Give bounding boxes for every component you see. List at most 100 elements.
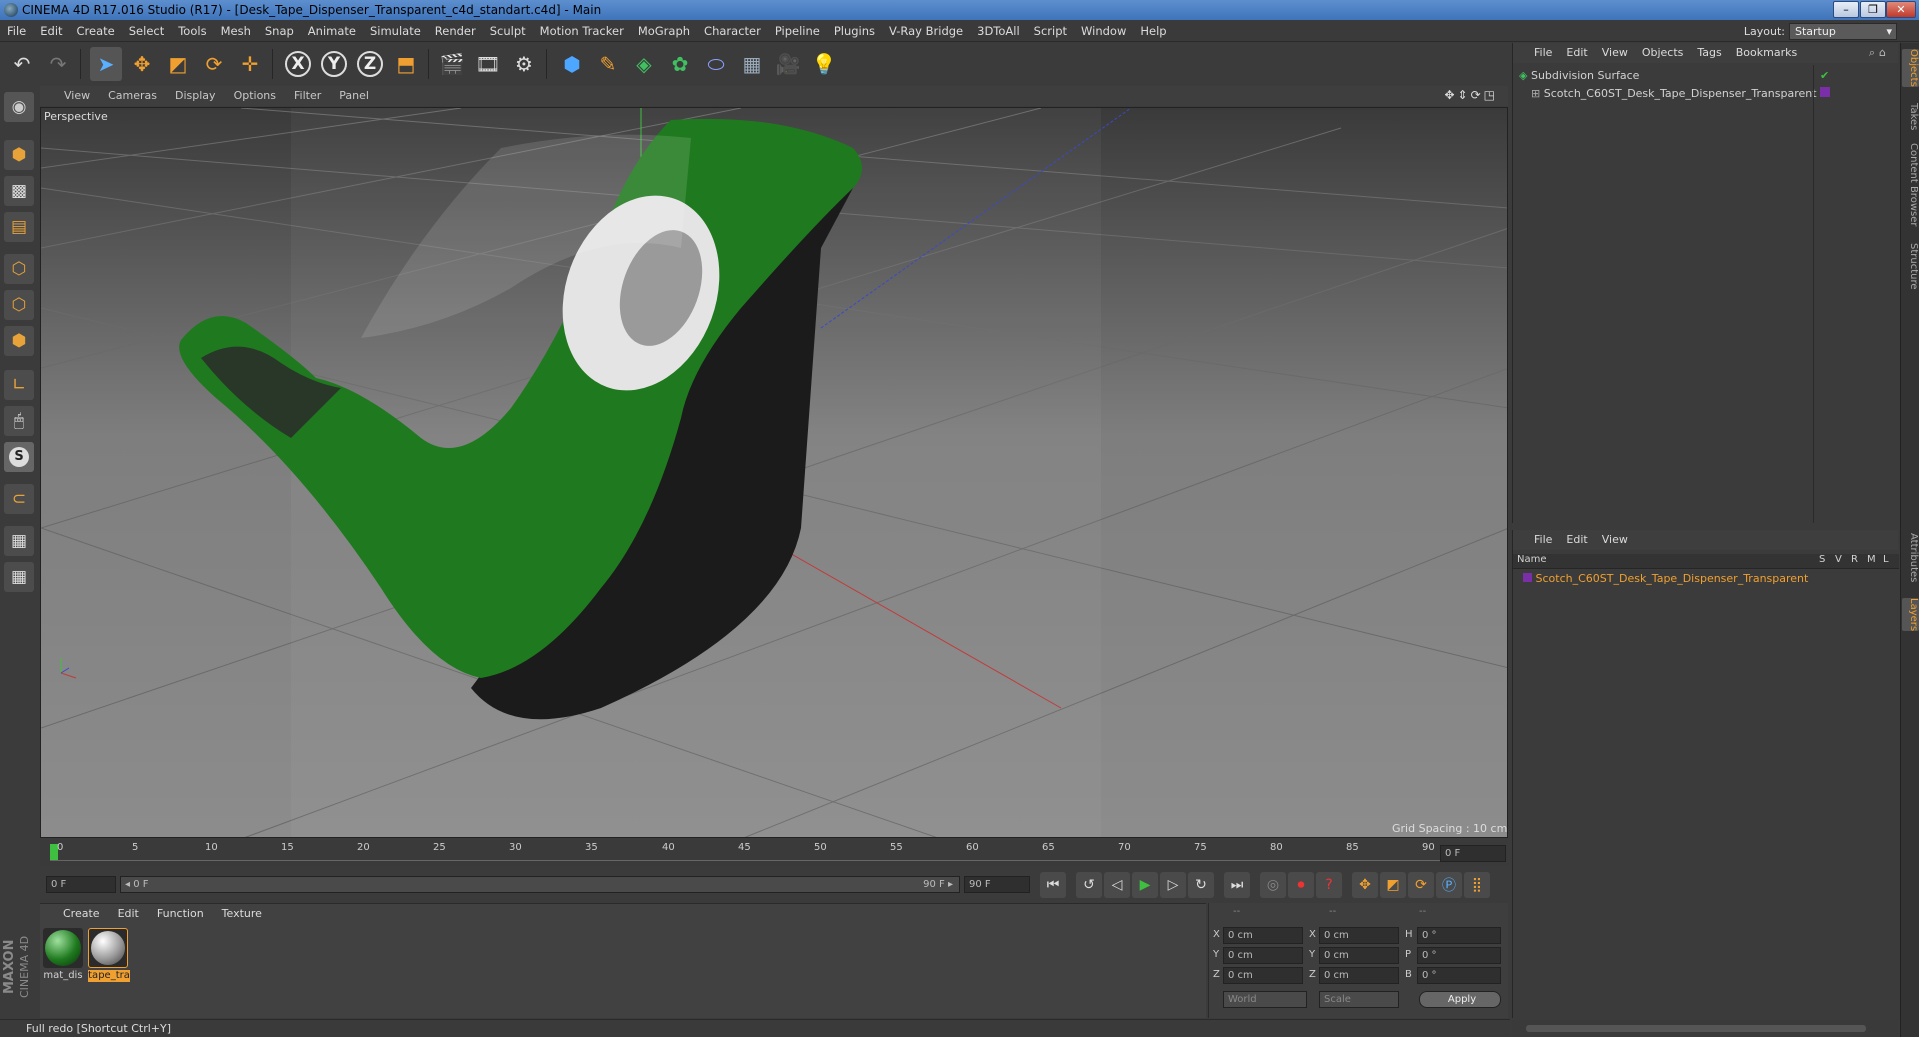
key-position-icon[interactable]: ✥: [1352, 872, 1378, 898]
select-arrow-icon[interactable]: ➤: [90, 47, 122, 81]
next-frame-icon[interactable]: ▷: [1160, 872, 1186, 898]
last-tool-icon[interactable]: ✛: [234, 47, 266, 81]
pen-spline-icon[interactable]: ✎: [592, 47, 624, 81]
lock-workplane-icon[interactable]: ▦: [4, 562, 34, 592]
material-menu-texture[interactable]: Texture: [213, 904, 271, 924]
camera-icon[interactable]: 🎥: [772, 47, 804, 81]
3d-viewport[interactable]: [40, 107, 1508, 838]
search-icon[interactable]: ⌕⌂: [1869, 46, 1890, 60]
workplane-icon[interactable]: ▤: [4, 212, 34, 242]
tree-row-subdivision-surface[interactable]: ◈ Subdivision Surface: [1519, 67, 1639, 85]
scale-icon[interactable]: ◩: [162, 47, 194, 81]
edges-mode-icon[interactable]: ⬡: [4, 290, 34, 320]
undo-icon[interactable]: ↶: [6, 47, 38, 81]
menu-snap[interactable]: Snap: [258, 20, 301, 42]
enabled-check-icon[interactable]: ✔: [1820, 69, 1829, 82]
autokey-icon[interactable]: ?: [1316, 872, 1342, 898]
position-z-field[interactable]: 0 cm: [1223, 967, 1303, 984]
layer-row[interactable]: Scotch_C60ST_Desk_Tape_Dispenser_Transpa…: [1523, 570, 1808, 588]
menu-select[interactable]: Select: [122, 20, 171, 42]
make-editable-icon[interactable]: ◉: [4, 92, 34, 122]
objects-menu-objects[interactable]: Objects: [1635, 43, 1691, 63]
timeline-ruler[interactable]: 0 5 10 15 20 25 30 35 40 45 50 55 60 65 …: [40, 840, 1508, 866]
key-rotation-icon[interactable]: ⟳: [1408, 872, 1434, 898]
horizontal-scrollbar[interactable]: [1512, 1020, 1898, 1037]
objects-menu-bookmarks[interactable]: Bookmarks: [1729, 43, 1804, 63]
menu-simulate[interactable]: Simulate: [363, 20, 428, 42]
tab-objects[interactable]: Objects: [1902, 49, 1919, 87]
position-y-field[interactable]: 0 cm: [1223, 947, 1303, 964]
light-icon[interactable]: 💡: [808, 47, 840, 81]
viewport-menu-view[interactable]: View: [40, 86, 99, 106]
snap-magnet-icon[interactable]: ⊂: [4, 484, 34, 514]
render-picture-viewer-icon[interactable]: 🎞: [472, 47, 504, 81]
material-menu-create[interactable]: Create: [54, 904, 109, 924]
maximize-button[interactable]: ❐: [1860, 1, 1886, 18]
viewport-menu-panel[interactable]: Panel: [330, 86, 378, 106]
motion-record-icon[interactable]: ◎: [1260, 872, 1286, 898]
menu-script[interactable]: Script: [1027, 20, 1074, 42]
frame-range-slider[interactable]: ◂ 0 F 90 F ▸: [120, 876, 960, 893]
material-menu-function[interactable]: Function: [148, 904, 213, 924]
menu-mograph[interactable]: MoGraph: [631, 20, 697, 42]
menu-help[interactable]: Help: [1133, 20, 1173, 42]
render-view-icon[interactable]: 🎬: [436, 47, 468, 81]
previous-key-icon[interactable]: ↺: [1076, 872, 1102, 898]
material-swatch-selected[interactable]: [88, 928, 128, 968]
record-keyframe-icon[interactable]: ⏺: [1288, 872, 1314, 898]
menu-mesh[interactable]: Mesh: [214, 20, 258, 42]
grid-snap-icon[interactable]: ▦: [4, 526, 34, 556]
scrollbar-thumb[interactable]: [1526, 1025, 1866, 1032]
menu-file[interactable]: File: [0, 20, 33, 42]
deformer-icon[interactable]: ⬭: [700, 47, 732, 81]
minimize-button[interactable]: –: [1833, 1, 1859, 18]
layers-menu-edit[interactable]: Edit: [1559, 530, 1594, 550]
menu-3dtoall[interactable]: 3DToAll: [970, 20, 1027, 42]
objects-menu-view[interactable]: View: [1595, 43, 1635, 63]
z-axis-icon[interactable]: Z: [354, 47, 386, 81]
menu-sculpt[interactable]: Sculpt: [483, 20, 533, 42]
menu-create[interactable]: Create: [70, 20, 122, 42]
apply-button[interactable]: Apply: [1419, 991, 1501, 1008]
solo-icon[interactable]: S: [4, 442, 34, 472]
menu-pipeline[interactable]: Pipeline: [768, 20, 827, 42]
key-scale-icon[interactable]: ◩: [1380, 872, 1406, 898]
tab-content-browser[interactable]: Content Browser: [1902, 143, 1919, 226]
menu-render[interactable]: Render: [428, 20, 483, 42]
axis-mode-icon[interactable]: ∟: [4, 370, 34, 400]
end-frame-field[interactable]: 90 F: [964, 876, 1030, 893]
go-to-start-icon[interactable]: ⏮: [1040, 872, 1066, 898]
menu-window[interactable]: Window: [1074, 20, 1133, 42]
polygons-mode-icon[interactable]: ⬢: [4, 326, 34, 356]
coordinate-system-icon[interactable]: ⬒: [390, 47, 422, 81]
rotate-icon[interactable]: ⟳: [198, 47, 230, 81]
tab-takes[interactable]: Takes: [1902, 103, 1919, 130]
rotation-p-field[interactable]: 0 °: [1417, 947, 1501, 964]
menu-edit[interactable]: Edit: [33, 20, 69, 42]
key-parameter-icon[interactable]: Ⓟ: [1436, 872, 1462, 898]
cube-primitive-icon[interactable]: ⬢: [556, 47, 588, 81]
go-to-end-icon[interactable]: ⏭: [1224, 872, 1250, 898]
y-axis-icon[interactable]: Y: [318, 47, 350, 81]
viewport-menu-display[interactable]: Display: [166, 86, 225, 106]
layers-menu-file[interactable]: File: [1527, 530, 1559, 550]
viewport-menu-filter[interactable]: Filter: [285, 86, 330, 106]
previous-frame-icon[interactable]: ◁: [1104, 872, 1130, 898]
objects-menu-edit[interactable]: Edit: [1559, 43, 1594, 63]
viewport-menu-options[interactable]: Options: [225, 86, 285, 106]
material-swatch[interactable]: [43, 928, 83, 968]
layout-dropdown[interactable]: Startup ▾: [1789, 23, 1897, 40]
texture-mode-icon[interactable]: ▩: [4, 176, 34, 206]
viewport-navigation-icons[interactable]: ✥⇕⟳◳: [1444, 88, 1498, 102]
objects-menu-tags[interactable]: Tags: [1690, 43, 1728, 63]
rotation-h-field[interactable]: 0 °: [1417, 927, 1501, 944]
menu-character[interactable]: Character: [697, 20, 768, 42]
play-icon[interactable]: ▶: [1132, 872, 1158, 898]
redo-icon[interactable]: ↷: [42, 47, 74, 81]
floor-environment-icon[interactable]: ▦: [736, 47, 768, 81]
menu-motion-tracker[interactable]: Motion Tracker: [533, 20, 631, 42]
menu-plugins[interactable]: Plugins: [827, 20, 882, 42]
rotation-b-field[interactable]: 0 °: [1417, 967, 1501, 984]
current-frame-field[interactable]: 0 F: [1440, 845, 1506, 862]
next-key-icon[interactable]: ↻: [1188, 872, 1214, 898]
